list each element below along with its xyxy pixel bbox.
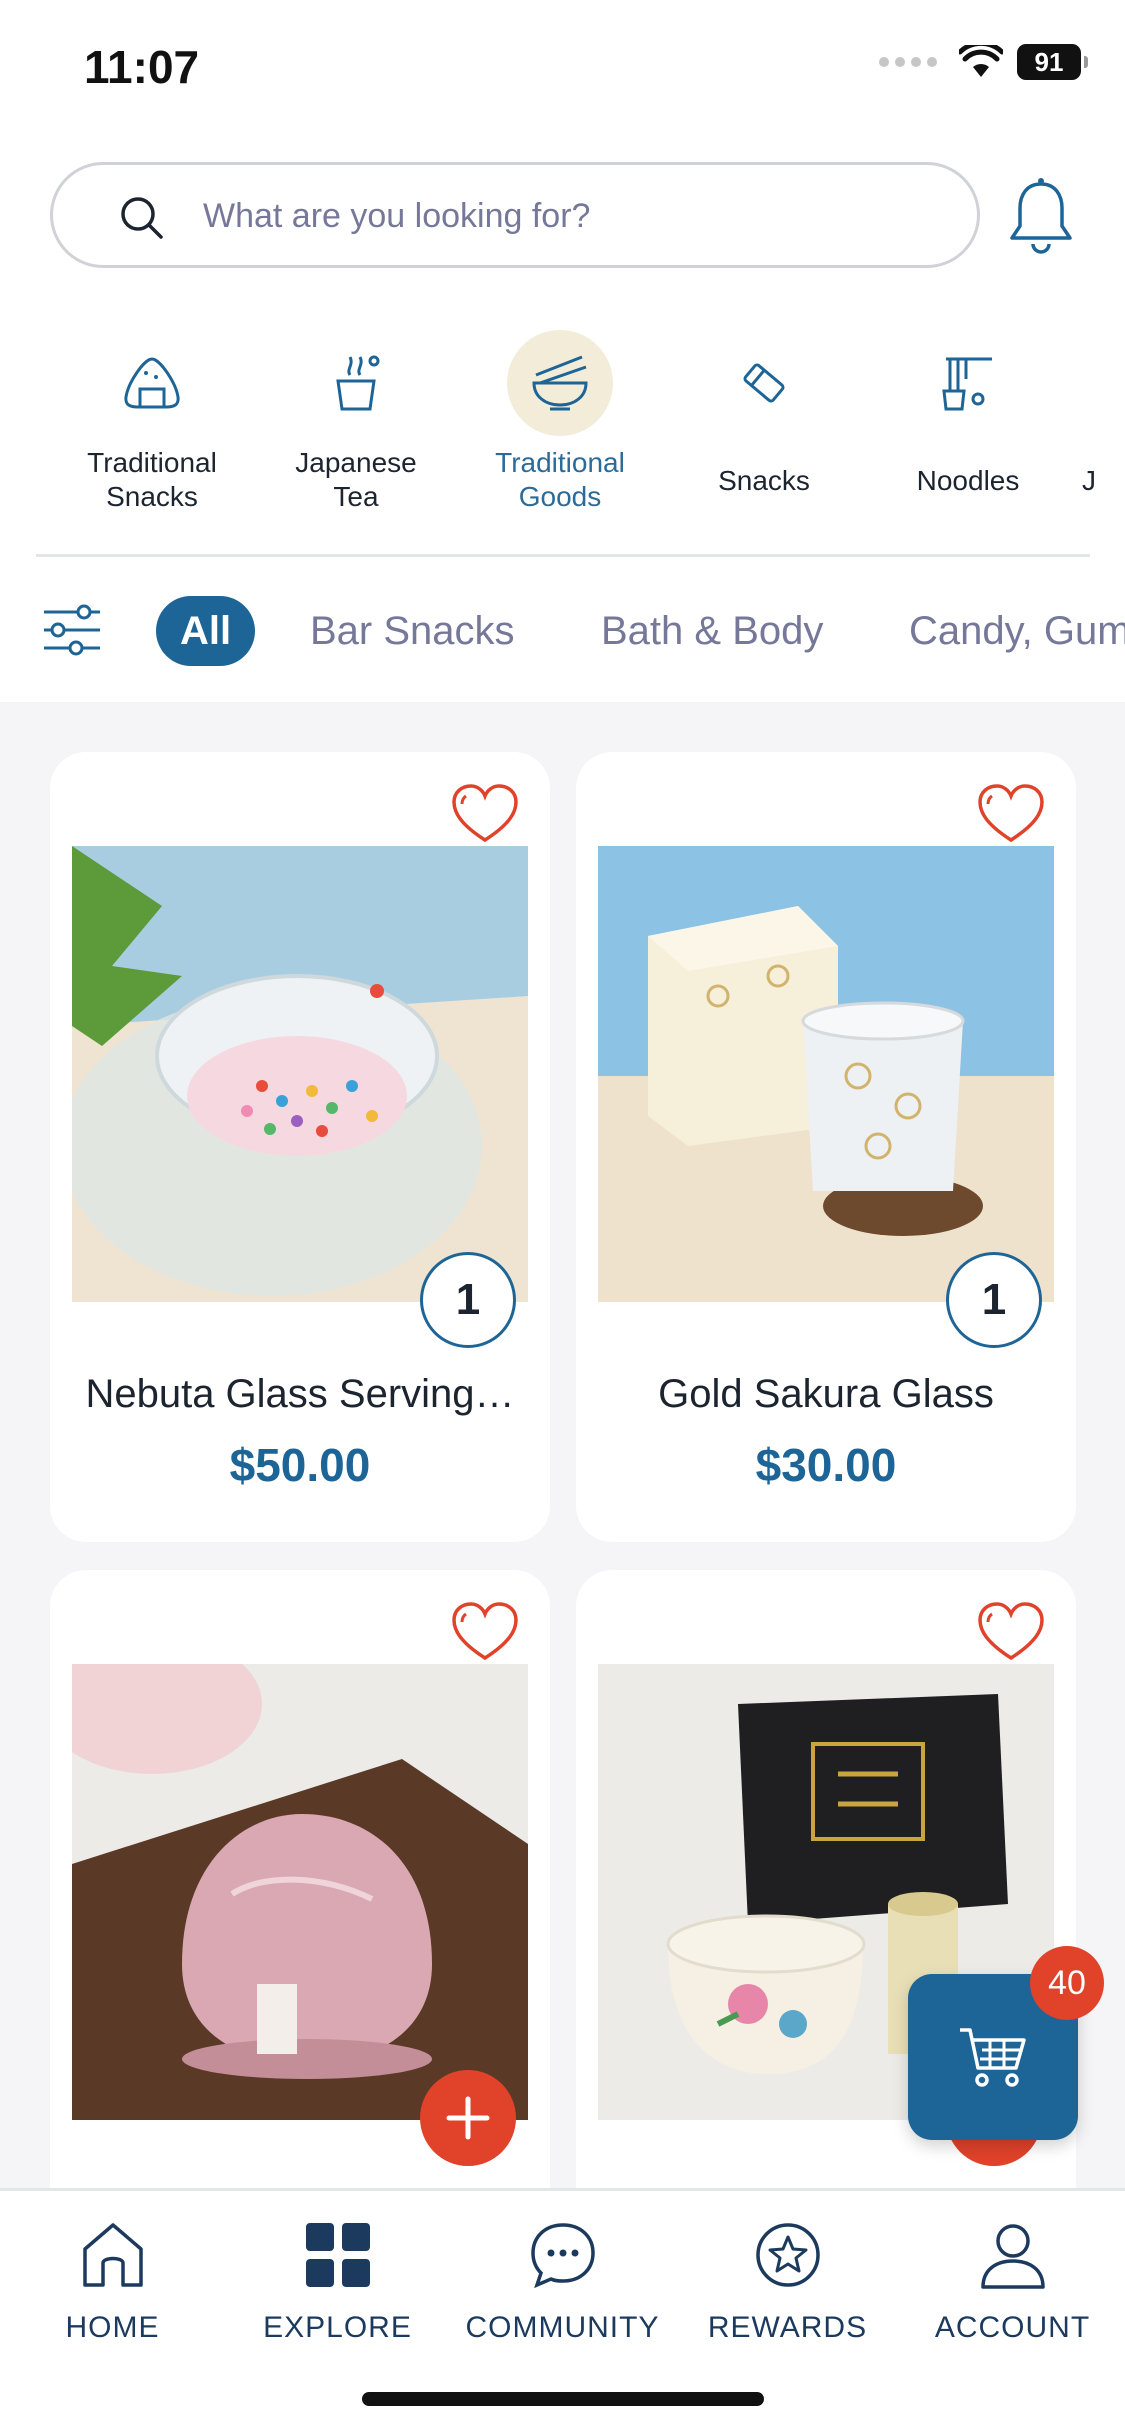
divider: [36, 554, 1090, 557]
candy-icon: [743, 363, 785, 403]
status-time: 11:07: [84, 41, 200, 93]
nav-community[interactable]: COMMUNITY: [450, 2215, 675, 2345]
rice-bowl-icon: [532, 355, 588, 411]
nav-label: HOME: [65, 2311, 160, 2344]
sakura-glass-image: [598, 846, 1054, 1302]
quantity-badge[interactable]: 1: [946, 1252, 1042, 1348]
nav-label: COMMUNITY: [465, 2311, 660, 2344]
nav-label: REWARDS: [707, 2311, 868, 2344]
product-image[interactable]: [72, 1664, 528, 2120]
pink-glass-image: [72, 1664, 528, 2120]
signal-icon: [879, 57, 937, 67]
onigiri-icon: [124, 357, 180, 409]
chip-bath-body[interactable]: Bath & Body: [601, 596, 823, 666]
category-carousel: Traditional Snacks Japanese Tea Traditiona…: [0, 330, 1125, 530]
home-icon: [82, 2223, 143, 2287]
category-traditional-snacks[interactable]: Traditional Snacks: [62, 330, 242, 514]
status-indicators: 91: [879, 44, 1088, 80]
nav-home[interactable]: HOME: [0, 2215, 225, 2345]
search-input[interactable]: [203, 191, 903, 241]
heart-icon[interactable]: [976, 782, 1046, 846]
status-bar: 11:07 91: [0, 0, 1125, 140]
chip-all[interactable]: All: [156, 596, 256, 666]
nav-account[interactable]: ACCOUNT: [900, 2215, 1125, 2345]
product-name[interactable]: Gold Sakura Glass: [596, 1372, 1056, 1417]
nav-label: ACCOUNT: [934, 2311, 1091, 2344]
category-traditional-goods[interactable]: Traditional Goods: [470, 330, 650, 514]
product-card[interactable]: 1 Nebuta Glass Serving… $50.00: [50, 752, 550, 1542]
cart-count-badge: 40: [1030, 1946, 1104, 2020]
category-label: J: [1082, 465, 1096, 496]
product-price: $50.00: [229, 1439, 371, 1491]
home-indicator: [362, 2392, 764, 2406]
product-card[interactable]: [50, 1570, 550, 2188]
heart-icon[interactable]: [450, 1600, 520, 1664]
battery-icon: 91: [1017, 44, 1088, 80]
filter-sliders-icon[interactable]: [40, 604, 104, 656]
product-image[interactable]: [72, 846, 528, 1302]
search-bar[interactable]: [50, 162, 980, 268]
wifi-icon: [959, 45, 1003, 77]
chip-bar-snacks[interactable]: Bar Snacks: [310, 596, 515, 666]
product-name[interactable]: Nebuta Glass Serving…: [70, 1372, 530, 1417]
user-icon: [980, 2224, 1045, 2289]
category-japanese-tea[interactable]: Japanese Tea: [266, 330, 446, 514]
heart-icon[interactable]: [450, 782, 520, 846]
category-label-line2: Snacks: [106, 481, 198, 512]
noodles-icon: [942, 357, 992, 411]
category-partial[interactable]: J: [1082, 330, 1125, 498]
category-snacks[interactable]: Snacks: [674, 330, 854, 498]
category-label-line2: Goods: [518, 481, 602, 512]
filter-row: All Bar Snacks Bath & Body Candy, Gum: [0, 596, 1125, 666]
glass-bowl-image: [72, 846, 528, 1302]
nav-explore[interactable]: EXPLORE: [225, 2215, 450, 2345]
shopping-cart-icon: [960, 2028, 1026, 2087]
product-grid: 1 Nebuta Glass Serving… $50.00 1 Gold Sa…: [0, 702, 1125, 2188]
product-price: $30.00: [755, 1439, 897, 1491]
product-card[interactable]: 1 Gold Sakura Glass $30.00: [576, 752, 1076, 1542]
category-label-line1: Traditional: [495, 447, 625, 478]
tea-cup-icon: [336, 355, 380, 411]
grid-icon: [305, 2223, 370, 2287]
category-label: Noodles: [916, 465, 1020, 496]
quantity-badge[interactable]: 1: [420, 1252, 516, 1348]
heart-icon[interactable]: [976, 1600, 1046, 1664]
search-icon: [121, 197, 163, 239]
category-label: Snacks: [718, 465, 810, 496]
nav-rewards[interactable]: REWARDS: [675, 2215, 900, 2345]
add-to-cart-button[interactable]: [420, 2070, 516, 2166]
chat-bubble-icon: [530, 2223, 595, 2289]
product-image[interactable]: [598, 846, 1054, 1302]
chip-candy-gum[interactable]: Candy, Gum: [909, 596, 1125, 666]
category-label-line1: Traditional: [87, 447, 217, 478]
category-label-line1: Japanese: [295, 447, 417, 478]
category-label-line2: Tea: [333, 481, 379, 512]
star-badge-icon: [755, 2223, 820, 2287]
bell-icon[interactable]: [1006, 176, 1076, 256]
nav-label: EXPLORE: [263, 2311, 412, 2344]
plus-icon: [446, 2096, 490, 2140]
category-noodles[interactable]: Noodles: [878, 330, 1058, 498]
